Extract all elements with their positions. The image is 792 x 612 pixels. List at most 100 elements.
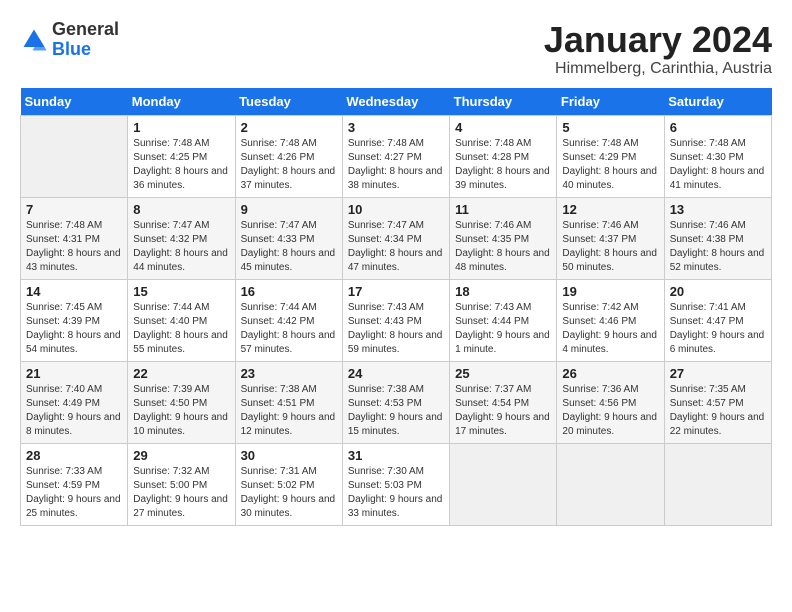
- day-info: Sunrise: 7:48 AMSunset: 4:29 PMDaylight:…: [562, 137, 658, 193]
- day-info: Sunrise: 7:48 AMSunset: 4:28 PMDaylight:…: [455, 137, 551, 193]
- days-header-row: SundayMondayTuesdayWednesdayThursdayFrid…: [21, 88, 772, 116]
- day-info: Sunrise: 7:33 AMSunset: 4:59 PMDaylight:…: [26, 465, 122, 521]
- day-cell: 9 Sunrise: 7:47 AMSunset: 4:33 PMDayligh…: [235, 197, 342, 279]
- day-info: Sunrise: 7:48 AMSunset: 4:30 PMDaylight:…: [670, 137, 766, 193]
- day-cell: 21 Sunrise: 7:40 AMSunset: 4:49 PMDaylig…: [21, 361, 128, 443]
- day-cell: 20 Sunrise: 7:41 AMSunset: 4:47 PMDaylig…: [664, 279, 771, 361]
- day-info: Sunrise: 7:44 AMSunset: 4:40 PMDaylight:…: [133, 301, 229, 357]
- day-number: 26: [562, 366, 658, 381]
- day-info: Sunrise: 7:35 AMSunset: 4:57 PMDaylight:…: [670, 383, 766, 439]
- week-row-1: 1 Sunrise: 7:48 AMSunset: 4:25 PMDayligh…: [21, 115, 772, 197]
- day-number: 16: [241, 284, 337, 299]
- day-number: 29: [133, 448, 229, 463]
- day-info: Sunrise: 7:42 AMSunset: 4:46 PMDaylight:…: [562, 301, 658, 357]
- day-info: Sunrise: 7:47 AMSunset: 4:34 PMDaylight:…: [348, 219, 444, 275]
- day-number: 10: [348, 202, 444, 217]
- day-info: Sunrise: 7:48 AMSunset: 4:25 PMDaylight:…: [133, 137, 229, 193]
- day-cell: 8 Sunrise: 7:47 AMSunset: 4:32 PMDayligh…: [128, 197, 235, 279]
- day-cell: 16 Sunrise: 7:44 AMSunset: 4:42 PMDaylig…: [235, 279, 342, 361]
- day-number: 2: [241, 120, 337, 135]
- day-cell: 4 Sunrise: 7:48 AMSunset: 4:28 PMDayligh…: [450, 115, 557, 197]
- day-number: 19: [562, 284, 658, 299]
- day-cell: 30 Sunrise: 7:31 AMSunset: 5:02 PMDaylig…: [235, 443, 342, 525]
- logo-general: General: [52, 19, 119, 39]
- calendar-table: SundayMondayTuesdayWednesdayThursdayFrid…: [20, 88, 772, 526]
- day-cell: 19 Sunrise: 7:42 AMSunset: 4:46 PMDaylig…: [557, 279, 664, 361]
- day-number: 25: [455, 366, 551, 381]
- day-cell: 13 Sunrise: 7:46 AMSunset: 4:38 PMDaylig…: [664, 197, 771, 279]
- day-info: Sunrise: 7:31 AMSunset: 5:02 PMDaylight:…: [241, 465, 337, 521]
- day-cell: 25 Sunrise: 7:37 AMSunset: 4:54 PMDaylig…: [450, 361, 557, 443]
- day-info: Sunrise: 7:30 AMSunset: 5:03 PMDaylight:…: [348, 465, 444, 521]
- day-header-saturday: Saturday: [664, 88, 771, 116]
- day-info: Sunrise: 7:40 AMSunset: 4:49 PMDaylight:…: [26, 383, 122, 439]
- logo-blue: Blue: [52, 39, 91, 59]
- day-cell: 27 Sunrise: 7:35 AMSunset: 4:57 PMDaylig…: [664, 361, 771, 443]
- day-cell: 31 Sunrise: 7:30 AMSunset: 5:03 PMDaylig…: [342, 443, 449, 525]
- day-header-thursday: Thursday: [450, 88, 557, 116]
- day-number: 3: [348, 120, 444, 135]
- day-number: 15: [133, 284, 229, 299]
- day-number: 14: [26, 284, 122, 299]
- day-cell: 23 Sunrise: 7:38 AMSunset: 4:51 PMDaylig…: [235, 361, 342, 443]
- day-number: 7: [26, 202, 122, 217]
- day-cell: 3 Sunrise: 7:48 AMSunset: 4:27 PMDayligh…: [342, 115, 449, 197]
- day-cell: 11 Sunrise: 7:46 AMSunset: 4:35 PMDaylig…: [450, 197, 557, 279]
- day-cell: 28 Sunrise: 7:33 AMSunset: 4:59 PMDaylig…: [21, 443, 128, 525]
- day-cell: 22 Sunrise: 7:39 AMSunset: 4:50 PMDaylig…: [128, 361, 235, 443]
- day-number: 13: [670, 202, 766, 217]
- day-number: 27: [670, 366, 766, 381]
- day-cell: 29 Sunrise: 7:32 AMSunset: 5:00 PMDaylig…: [128, 443, 235, 525]
- day-cell: 24 Sunrise: 7:38 AMSunset: 4:53 PMDaylig…: [342, 361, 449, 443]
- day-info: Sunrise: 7:43 AMSunset: 4:43 PMDaylight:…: [348, 301, 444, 357]
- day-info: Sunrise: 7:48 AMSunset: 4:27 PMDaylight:…: [348, 137, 444, 193]
- day-cell: 15 Sunrise: 7:44 AMSunset: 4:40 PMDaylig…: [128, 279, 235, 361]
- day-info: Sunrise: 7:38 AMSunset: 4:51 PMDaylight:…: [241, 383, 337, 439]
- day-number: 8: [133, 202, 229, 217]
- day-cell: 14 Sunrise: 7:45 AMSunset: 4:39 PMDaylig…: [21, 279, 128, 361]
- day-cell: [557, 443, 664, 525]
- day-number: 12: [562, 202, 658, 217]
- day-number: 24: [348, 366, 444, 381]
- day-info: Sunrise: 7:38 AMSunset: 4:53 PMDaylight:…: [348, 383, 444, 439]
- day-cell: [450, 443, 557, 525]
- day-cell: 2 Sunrise: 7:48 AMSunset: 4:26 PMDayligh…: [235, 115, 342, 197]
- day-info: Sunrise: 7:44 AMSunset: 4:42 PMDaylight:…: [241, 301, 337, 357]
- week-row-2: 7 Sunrise: 7:48 AMSunset: 4:31 PMDayligh…: [21, 197, 772, 279]
- logo-text: General Blue: [52, 20, 119, 60]
- day-header-tuesday: Tuesday: [235, 88, 342, 116]
- day-cell: 17 Sunrise: 7:43 AMSunset: 4:43 PMDaylig…: [342, 279, 449, 361]
- day-number: 17: [348, 284, 444, 299]
- day-cell: [664, 443, 771, 525]
- day-number: 18: [455, 284, 551, 299]
- day-number: 31: [348, 448, 444, 463]
- day-cell: 12 Sunrise: 7:46 AMSunset: 4:37 PMDaylig…: [557, 197, 664, 279]
- day-info: Sunrise: 7:39 AMSunset: 4:50 PMDaylight:…: [133, 383, 229, 439]
- day-number: 20: [670, 284, 766, 299]
- day-number: 5: [562, 120, 658, 135]
- location-title: Himmelberg, Carinthia, Austria: [544, 60, 772, 78]
- day-number: 23: [241, 366, 337, 381]
- header: General Blue January 2024 Himmelberg, Ca…: [20, 20, 772, 78]
- day-cell: 18 Sunrise: 7:43 AMSunset: 4:44 PMDaylig…: [450, 279, 557, 361]
- day-info: Sunrise: 7:32 AMSunset: 5:00 PMDaylight:…: [133, 465, 229, 521]
- day-cell: 10 Sunrise: 7:47 AMSunset: 4:34 PMDaylig…: [342, 197, 449, 279]
- day-header-friday: Friday: [557, 88, 664, 116]
- day-info: Sunrise: 7:48 AMSunset: 4:31 PMDaylight:…: [26, 219, 122, 275]
- day-info: Sunrise: 7:47 AMSunset: 4:32 PMDaylight:…: [133, 219, 229, 275]
- calendar-body: 1 Sunrise: 7:48 AMSunset: 4:25 PMDayligh…: [21, 115, 772, 525]
- day-number: 11: [455, 202, 551, 217]
- day-info: Sunrise: 7:46 AMSunset: 4:37 PMDaylight:…: [562, 219, 658, 275]
- day-info: Sunrise: 7:37 AMSunset: 4:54 PMDaylight:…: [455, 383, 551, 439]
- day-number: 9: [241, 202, 337, 217]
- day-info: Sunrise: 7:36 AMSunset: 4:56 PMDaylight:…: [562, 383, 658, 439]
- logo: General Blue: [20, 20, 119, 60]
- day-number: 4: [455, 120, 551, 135]
- day-cell: 26 Sunrise: 7:36 AMSunset: 4:56 PMDaylig…: [557, 361, 664, 443]
- week-row-4: 21 Sunrise: 7:40 AMSunset: 4:49 PMDaylig…: [21, 361, 772, 443]
- day-number: 22: [133, 366, 229, 381]
- day-info: Sunrise: 7:46 AMSunset: 4:38 PMDaylight:…: [670, 219, 766, 275]
- day-number: 21: [26, 366, 122, 381]
- day-info: Sunrise: 7:45 AMSunset: 4:39 PMDaylight:…: [26, 301, 122, 357]
- logo-icon: [20, 26, 48, 54]
